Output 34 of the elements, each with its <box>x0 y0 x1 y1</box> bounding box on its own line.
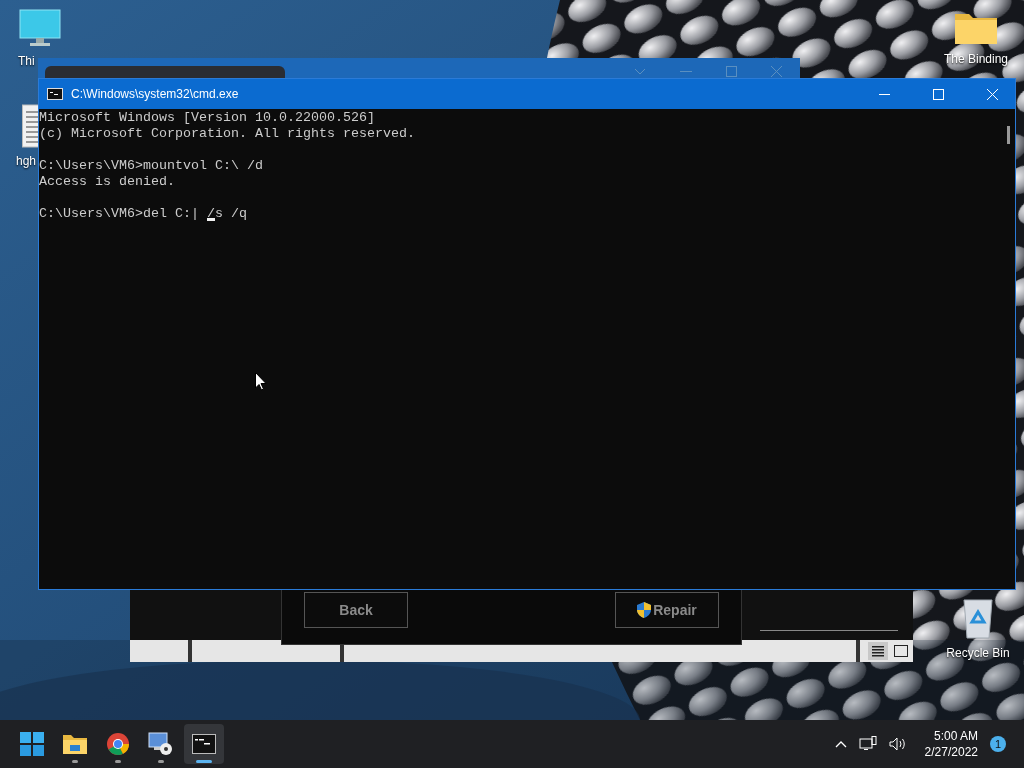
console-line: C:\Users\VM6>mountvol C:\ /d <box>39 158 264 174</box>
clock-date[interactable]: 2/27/2022 <box>924 744 978 760</box>
scrollbar-thumb[interactable] <box>1007 126 1010 144</box>
minimize-icon <box>878 93 890 95</box>
chevron-up-icon[interactable] <box>834 740 847 748</box>
taskbar-app-button[interactable] <box>184 724 224 764</box>
mouse-pointer-icon <box>255 372 267 391</box>
close-icon <box>986 88 998 100</box>
document-icon[interactable] <box>22 104 38 148</box>
console-line: Access is denied. <box>39 174 176 190</box>
browser-icon <box>106 732 130 756</box>
folder-icon <box>62 733 88 755</box>
start-icon <box>20 732 44 756</box>
monitor-disc-icon <box>148 732 174 756</box>
network-icon[interactable] <box>858 736 877 752</box>
notification-badge[interactable]: 1 <box>990 736 1006 752</box>
clock-time[interactable]: 5:00 AM <box>933 728 978 744</box>
desktop-icon-label[interactable]: hgh <box>16 154 37 168</box>
maximize-icon <box>932 88 944 100</box>
repair-button[interactable]: Repair <box>615 592 719 628</box>
speaker-icon[interactable] <box>888 737 907 751</box>
window-title: C:\Windows\system32\cmd.exe <box>71 87 239 101</box>
monitor-icon[interactable] <box>18 8 62 48</box>
desktop-icon-label[interactable]: Thi <box>18 54 35 68</box>
shield-icon <box>637 602 652 618</box>
tiles-view-icon[interactable] <box>894 645 908 657</box>
back-button[interactable]: Back <box>304 592 408 628</box>
console-line: (c) Microsoft Corporation. All rights reserved. <box>39 126 416 142</box>
terminal-icon <box>192 734 216 754</box>
console-line: C:\Users\VM6>del C:| /s /q <box>39 206 248 222</box>
text-cursor <box>207 218 215 221</box>
console-line: Microsoft Windows [Version 10.0.22000.526] <box>39 110 376 126</box>
console-icon <box>47 88 63 100</box>
details-view-icon[interactable] <box>868 642 888 660</box>
